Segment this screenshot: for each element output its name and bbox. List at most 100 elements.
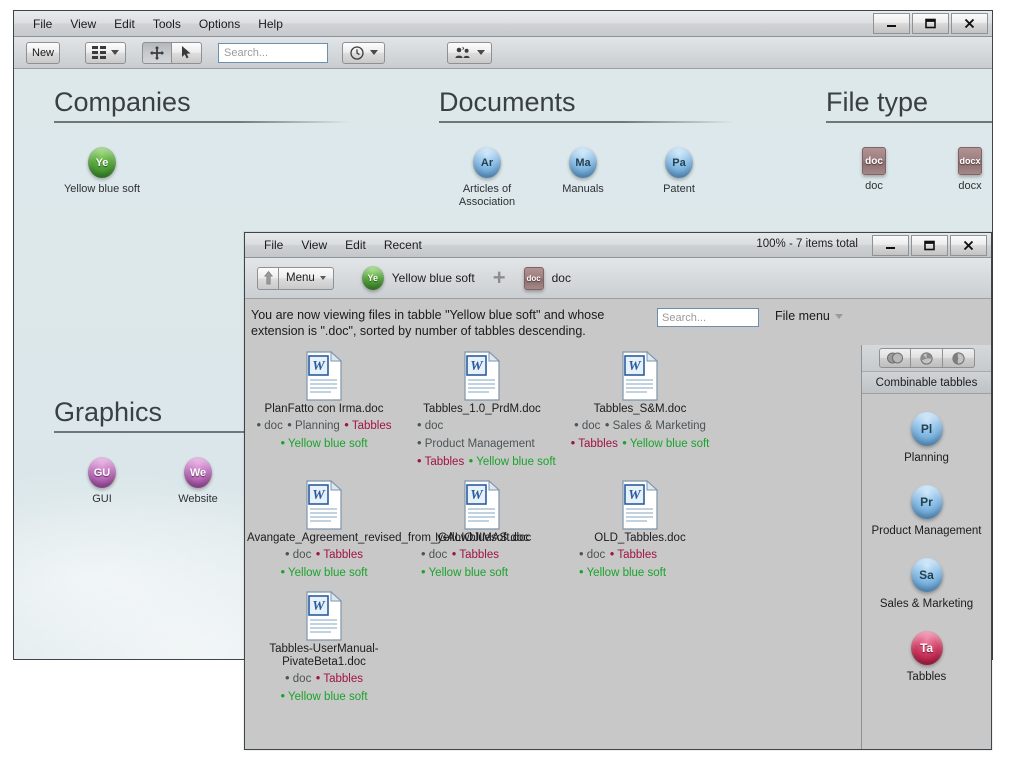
select-tool-button[interactable] xyxy=(172,41,202,64)
tile-doc[interactable]: doc doc xyxy=(826,147,922,193)
tag[interactable]: • Yellow blue soft xyxy=(280,565,367,579)
inner-menu-edit[interactable]: Edit xyxy=(336,236,375,254)
file-name: Tabbles_S&M.doc xyxy=(593,403,687,415)
sidebar-item-sales-marketing[interactable]: Sa Sales & Marketing xyxy=(862,558,991,611)
file-item[interactable]: W IGALIOJIMAS.doc • doc • Tabbles • Yell… xyxy=(403,476,561,587)
tag[interactable]: • Yellow blue soft xyxy=(280,689,367,703)
tag[interactable]: • Planning xyxy=(287,418,340,432)
inner-search-input[interactable]: Search... xyxy=(657,308,759,327)
tag[interactable]: • doc xyxy=(417,418,443,432)
move-tool-button[interactable] xyxy=(142,41,172,64)
breadcrumb-filetype-icon[interactable]: doc xyxy=(523,266,544,290)
file-menu-label: File menu xyxy=(775,309,830,323)
tag[interactable]: • Yellow blue soft xyxy=(280,436,367,450)
inner-close-button[interactable] xyxy=(950,235,987,256)
tag[interactable]: • Tabbles xyxy=(610,547,657,561)
view-mode-button[interactable] xyxy=(85,41,126,64)
tag[interactable]: • doc xyxy=(574,418,600,432)
file-item[interactable]: W PlanFatto con Irma.doc • doc • Plannin… xyxy=(245,347,403,476)
breadcrumb-tabble-icon[interactable]: Ye xyxy=(361,266,384,290)
file-type-badge-icon: docx xyxy=(958,147,982,175)
tag[interactable]: • Tabbles xyxy=(316,547,363,561)
file-item[interactable]: W OLD_Tabbles.doc • doc • Tabbles • Yell… xyxy=(561,476,719,587)
menu-options[interactable]: Options xyxy=(190,15,249,33)
tag[interactable]: • doc xyxy=(285,671,311,685)
tile-docx[interactable]: docx docx xyxy=(922,147,992,193)
people-button[interactable] xyxy=(447,41,492,64)
inner-menu-recent[interactable]: Recent xyxy=(375,236,431,254)
files-pane[interactable]: W PlanFatto con Irma.doc • doc • Plannin… xyxy=(245,345,861,749)
file-item[interactable]: W Tabbles-UserManual-PivateBeta1.doc • d… xyxy=(245,587,403,711)
word-document-icon: W xyxy=(619,479,661,530)
breadcrumb-label-filetype[interactable]: doc xyxy=(552,271,571,285)
menu-dropdown-button[interactable]: Menu xyxy=(279,266,334,290)
tag[interactable]: • Yellow blue soft xyxy=(421,565,508,579)
tile-manuals[interactable]: Ma Manuals xyxy=(535,147,631,209)
file-tags: • Yellow blue soft xyxy=(247,435,401,452)
tag[interactable]: • Tabbles xyxy=(344,418,391,432)
section-title: Documents xyxy=(439,87,576,117)
inner-menu-view[interactable]: View xyxy=(292,236,336,254)
minimize-button[interactable] xyxy=(873,13,910,34)
menu-view[interactable]: View xyxy=(61,15,105,33)
pie-segment-button[interactable] xyxy=(910,348,943,368)
menu-dropdown-label: Menu xyxy=(286,272,315,284)
main-toolbar: New Search... xyxy=(14,37,992,69)
tile-gui[interactable]: GU GUI xyxy=(54,457,150,506)
sidebar-item-product-management[interactable]: Pr Product Management xyxy=(862,485,991,538)
tag[interactable]: • doc xyxy=(421,547,447,561)
tile-yellow-blue-soft[interactable]: Ye Yellow blue soft xyxy=(54,147,150,196)
tag[interactable]: • doc xyxy=(579,547,605,561)
file-item[interactable]: W Tabbles_1.0_PrdM.doc • doc • Product M… xyxy=(403,347,561,476)
file-tags: • Yellow blue soft xyxy=(563,564,717,581)
tag[interactable]: • Sales & Marketing xyxy=(605,418,706,432)
tag[interactable]: • Yellow blue soft xyxy=(579,565,666,579)
pie-slice-icon xyxy=(951,351,965,365)
inner-minimize-button[interactable] xyxy=(872,235,909,256)
tag[interactable]: • Tabbles xyxy=(452,547,499,561)
tag[interactable]: • doc xyxy=(285,547,311,561)
tag[interactable]: • Yellow blue soft xyxy=(622,436,709,450)
tag[interactable]: • Product Management xyxy=(417,436,535,450)
users-icon xyxy=(455,46,470,58)
file-item[interactable]: W Avangate_Agreement_revised_from_yellow… xyxy=(245,476,531,587)
tile-patent[interactable]: Pa Patent xyxy=(631,147,727,209)
file-tags: • doc • Sales & Marketing xyxy=(563,417,717,434)
tag[interactable]: • Tabbles xyxy=(316,671,363,685)
inner-menu-file[interactable]: File xyxy=(255,236,292,254)
tile-label: Website xyxy=(178,493,218,505)
pie-segment-icon xyxy=(919,351,933,365)
tabble-bubble-icon: GU xyxy=(88,457,116,488)
tag[interactable]: • Tabbles xyxy=(571,436,618,450)
file-tags: • Product Management xyxy=(405,435,559,452)
menu-tools[interactable]: Tools xyxy=(144,15,190,33)
sidebar-item-tabbles[interactable]: Ta Tabbles xyxy=(862,631,991,684)
new-button[interactable]: New xyxy=(26,41,60,64)
venn-overlap-button[interactable] xyxy=(878,348,911,368)
tag[interactable]: • Yellow blue soft xyxy=(469,454,556,468)
main-search-input[interactable]: Search... xyxy=(218,42,328,63)
tile-articles-of-association[interactable]: Ar Articles of Association xyxy=(439,147,535,209)
sidebar-item-planning[interactable]: Pl Planning xyxy=(862,412,991,465)
close-button[interactable] xyxy=(951,13,988,34)
inner-maximize-button[interactable] xyxy=(911,235,948,256)
menu-edit[interactable]: Edit xyxy=(105,15,144,33)
breadcrumb: Ye Yellow blue soft + doc doc xyxy=(361,266,571,290)
pie-slice-button[interactable] xyxy=(942,348,975,368)
menu-file[interactable]: File xyxy=(24,15,61,33)
file-menu-dropdown[interactable]: File menu xyxy=(775,309,843,323)
file-item[interactable]: W Tabbles_S&M.doc • doc • Sales & Market… xyxy=(561,347,719,476)
tag[interactable]: • doc xyxy=(257,418,283,432)
breadcrumb-label-company[interactable]: Yellow blue soft xyxy=(392,271,475,285)
menu-help[interactable]: Help xyxy=(249,15,292,33)
maximize-button[interactable] xyxy=(912,13,949,34)
sidebar-tabble-list: Pl Planning Pr Product Management Sa Sal… xyxy=(862,394,991,749)
history-button[interactable] xyxy=(342,41,385,64)
grid-view-icon xyxy=(92,46,106,59)
inner-titlebar: File View Edit Recent 100% - 7 items tot… xyxy=(245,233,991,258)
navigate-up-button[interactable] xyxy=(257,266,279,290)
tag[interactable]: • Tabbles xyxy=(417,454,464,468)
svg-text:W: W xyxy=(470,488,484,503)
tile-website[interactable]: We Website xyxy=(150,457,246,506)
inner-main-area: W PlanFatto con Irma.doc • doc • Plannin… xyxy=(245,345,991,749)
